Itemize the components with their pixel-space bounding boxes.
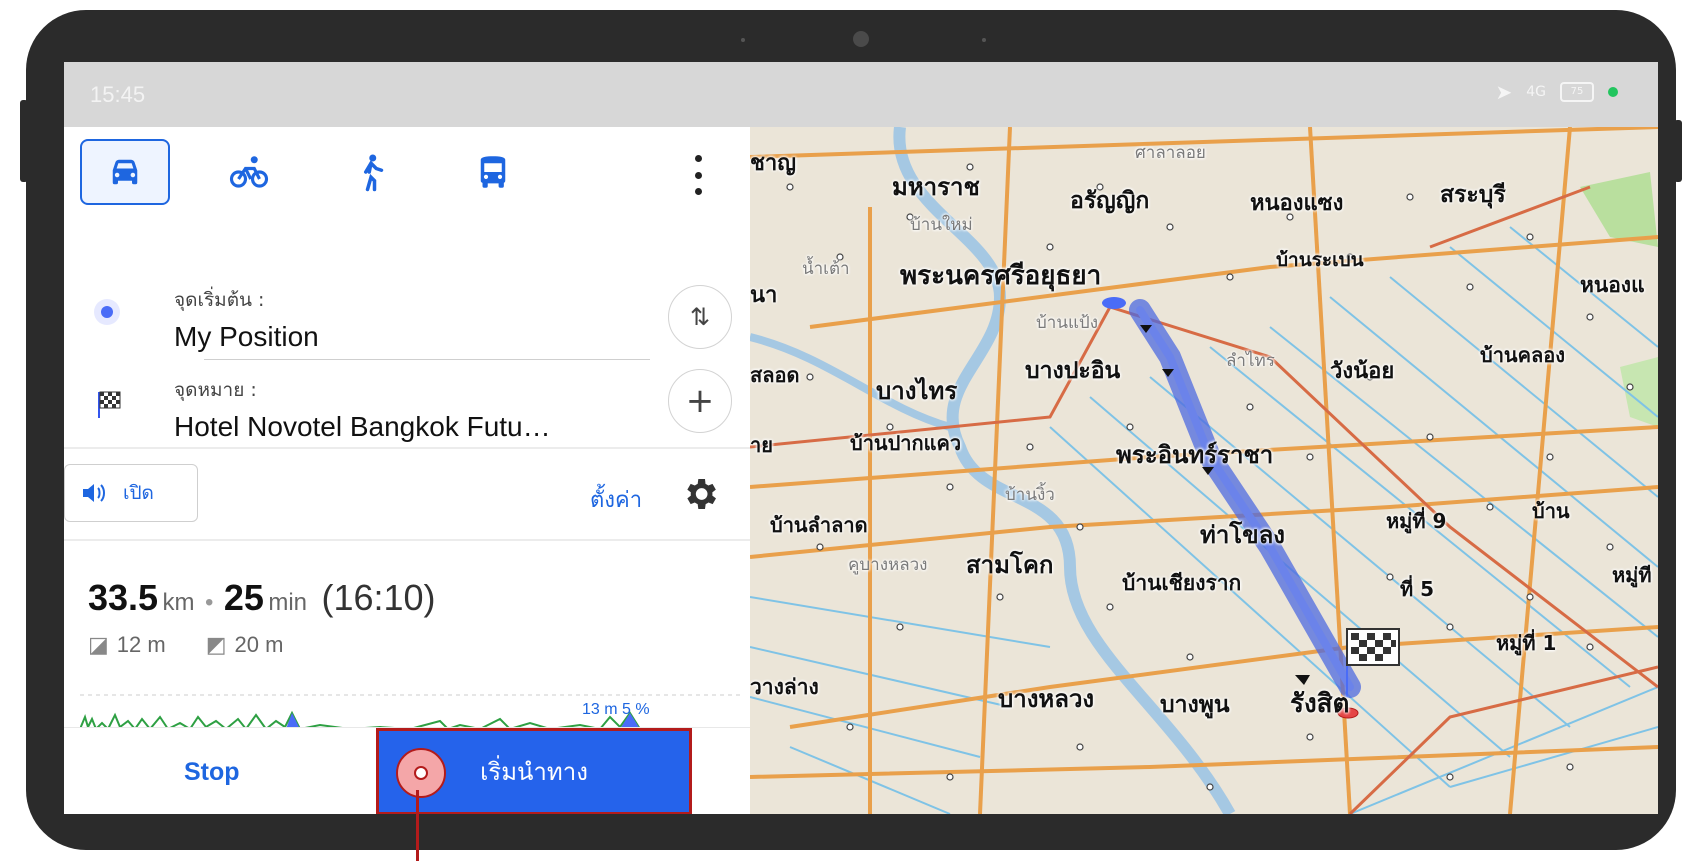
map-place-label: บ้านปากแคว — [850, 431, 962, 455]
map-place-label: สามโคก — [966, 551, 1054, 579]
sensor-dot — [982, 38, 986, 42]
distance-value: 33.5 — [88, 577, 159, 618]
divider — [64, 447, 750, 449]
signal-icon: 4G — [1526, 84, 1546, 100]
map-place-label: หมู่ที — [1612, 563, 1652, 587]
start-field[interactable]: My Position — [174, 321, 319, 353]
map-place-label: บางปะอิน — [1025, 358, 1121, 384]
swap-button[interactable]: ⇅ — [668, 285, 732, 349]
map-place-label: ท่าโขลง — [1200, 521, 1286, 549]
map-view[interactable]: ศาลาลอย ชาญ มหาราช อรัญญิก หนองแซง สระบุ… — [750, 127, 1658, 814]
map-place-label: บ้านเชียงราก — [1122, 571, 1242, 595]
map-place-label: บ้าน — [1532, 499, 1570, 523]
map-place-label: หนองแซง — [1250, 191, 1344, 216]
start-navigation-label: เริ่มนำทาง — [480, 758, 588, 786]
destination-field[interactable]: Hotel Novotel Bangkok Futu… — [174, 411, 551, 443]
start-point-icon — [94, 299, 120, 325]
elevation-info: ◪ 12 m ◩ 20 m — [88, 632, 283, 658]
bus-icon — [480, 156, 506, 188]
walk-icon — [364, 154, 384, 192]
ascent-value: 12 m — [116, 632, 166, 657]
map-place-label: บางหลวง — [998, 685, 1095, 713]
start-navigation-button[interactable]: เริ่มนำทาง — [376, 728, 692, 814]
status-icons: ➤ 4G 75 — [1495, 80, 1618, 104]
stop-button[interactable]: Stop — [184, 758, 240, 787]
map-place-label: คูบางหลวง — [848, 555, 928, 575]
map-place-label: รังสิต — [1290, 689, 1350, 719]
mode-car-button[interactable] — [80, 139, 170, 205]
add-waypoint-button[interactable]: + — [668, 369, 732, 433]
map-place-label: วังน้อย — [1330, 359, 1395, 384]
screen: 15:45 ➤ 4G 75 ศาลาลอย ชาญ มหาราช อรัญญิก… — [64, 62, 1658, 814]
map-place-label: มหาราช — [892, 173, 980, 201]
map-place-label: บ้านแป้ง — [1036, 313, 1099, 333]
descent-icon: ◩ — [205, 632, 227, 657]
plus-icon: + — [685, 381, 715, 421]
location-icon: ➤ — [1495, 80, 1513, 104]
transport-modes — [80, 139, 536, 205]
descent-value: 20 m — [234, 632, 284, 657]
route-panel: จุดเริ่มต้น : My Position ⇅ จุดหมาย : Ho… — [64, 127, 750, 814]
separator-dot: • — [204, 589, 214, 616]
arrival-time: (16:10) — [321, 577, 436, 618]
map-place-label: หมู่ที่ 1 — [1496, 631, 1557, 655]
status-bar: 15:45 ➤ 4G 75 — [64, 62, 1658, 127]
map-place-label: สระบุรี — [1440, 182, 1506, 208]
map-place-label: ชาญ — [750, 151, 797, 176]
swap-arrows-icon: ⇅ — [689, 303, 711, 331]
map-place-label: หนองแ — [1580, 273, 1645, 297]
map-place-label: ลำไทร — [1226, 351, 1275, 371]
chart-label: 13 m 5 % — [582, 701, 650, 718]
settings-link[interactable]: ตั้งค่า — [590, 482, 642, 517]
map-place-label: บ้านคลอง — [1480, 343, 1566, 367]
map-place-label: บางไทร — [876, 377, 958, 405]
mode-bicycle-button[interactable] — [206, 141, 292, 203]
map-place-label: ที่ 5 — [1400, 577, 1435, 601]
divider — [64, 539, 750, 541]
front-camera — [853, 31, 869, 47]
map-place-label: อรัญญิก — [1070, 188, 1150, 214]
speaker-icon — [83, 484, 105, 502]
side-button-right — [1674, 120, 1682, 182]
duration-value: 25 — [223, 577, 264, 618]
route-summary: 33.5 km • 25 min (16:10) — [88, 577, 436, 619]
gear-icon[interactable] — [680, 474, 720, 514]
map-place-label: พระอินทร์ราชา — [1116, 441, 1274, 469]
map-place-label: บ้านระเบน — [1276, 249, 1364, 271]
indicator-dot — [1608, 87, 1618, 97]
map-place-label: นา — [750, 283, 778, 308]
destination-flag-icon — [94, 389, 124, 419]
mode-bus-button[interactable] — [450, 141, 536, 203]
map-place-label: วางล่าง — [750, 675, 819, 699]
tap-indicator — [396, 748, 446, 798]
side-button-left — [20, 100, 28, 182]
battery-icon: 75 — [1560, 82, 1594, 102]
map-place-label: น้ำเต้า — [802, 259, 850, 279]
map-place-label: พระนครศรีอยุธยา — [900, 261, 1102, 291]
duration-unit: min — [268, 589, 308, 616]
voice-toggle-button[interactable]: เปิด — [64, 464, 198, 522]
status-time: 15:45 — [90, 82, 146, 107]
map-place-label: บ้านงิ้ว — [1005, 485, 1055, 505]
bicycle-icon — [229, 156, 269, 188]
map-place-label: หมู่ที่ 9 — [1386, 509, 1447, 533]
mode-walk-button[interactable] — [328, 141, 414, 203]
car-icon — [112, 159, 138, 185]
map-place-label: บ้านลำลาด — [770, 513, 868, 537]
map-place-label: บ้านใหม่ — [910, 215, 973, 235]
map-place-label: ศาลาลอย — [1135, 143, 1206, 163]
destination-label: จุดหมาย : — [174, 379, 257, 401]
map-place-label: สลอด — [750, 363, 800, 387]
action-bar: Stop เริ่มนำทาง — [64, 727, 750, 814]
voice-status-label: เปิด — [123, 482, 154, 504]
map-place-label: าย — [750, 433, 773, 457]
tap-pointer-line — [416, 790, 419, 861]
start-label: จุดเริ่มต้น : — [174, 289, 265, 311]
sensor-dot — [741, 38, 745, 42]
map-place-label: บางพูน — [1160, 692, 1230, 718]
ascent-icon: ◪ — [88, 632, 109, 657]
start-field-underline — [204, 359, 650, 360]
more-menu-icon[interactable] — [686, 155, 710, 195]
distance-unit: km — [162, 589, 195, 616]
